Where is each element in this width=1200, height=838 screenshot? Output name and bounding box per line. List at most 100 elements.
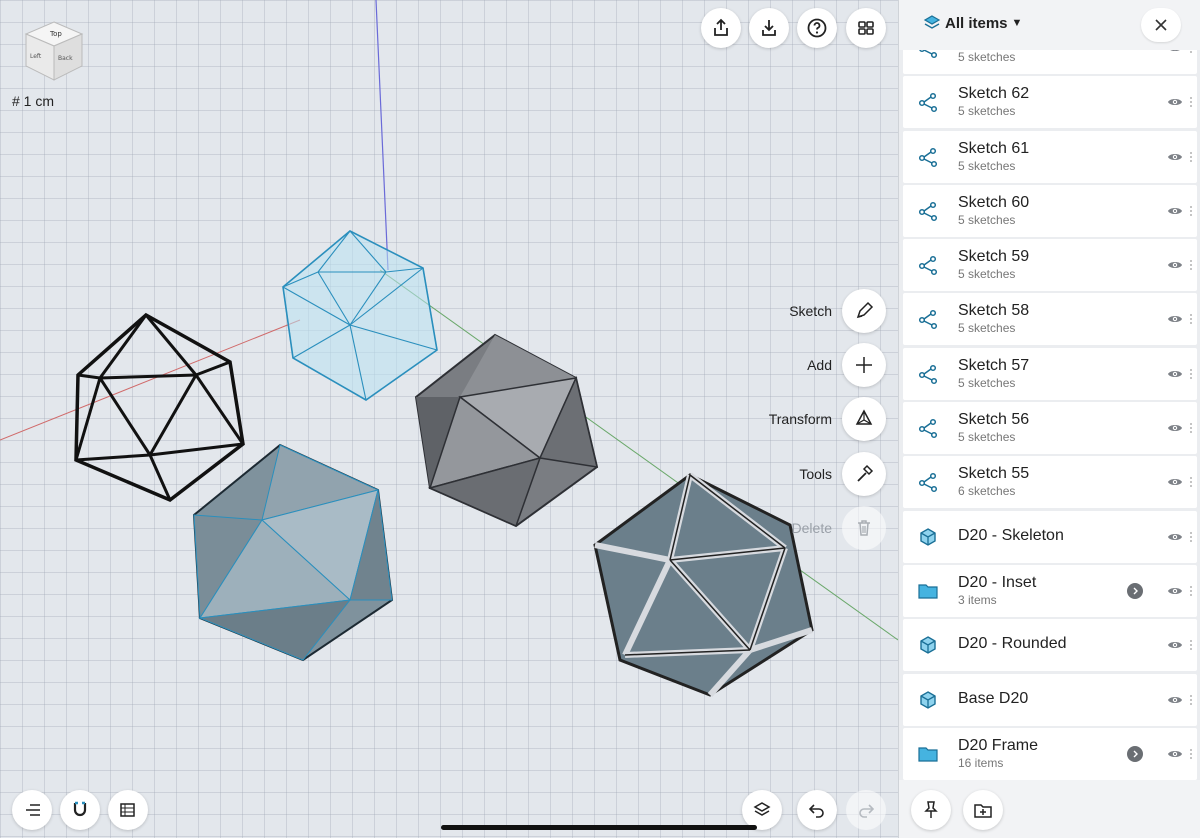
new-folder-button[interactable] — [963, 790, 1003, 830]
more-options-icon[interactable] — [1189, 638, 1193, 652]
hammer-icon — [857, 464, 874, 482]
visibility-eye-icon[interactable] — [1167, 95, 1183, 109]
more-options-icon[interactable] — [1189, 475, 1193, 489]
sketch-icon — [918, 473, 938, 493]
undo-button[interactable] — [797, 790, 837, 830]
item-name: Base D20 — [958, 689, 1029, 707]
list-item[interactable]: Sketch 58 5 sketches — [903, 293, 1197, 346]
grid-view-button[interactable] — [846, 8, 886, 48]
item-name: Sketch 56 — [958, 411, 1030, 429]
list-item[interactable]: Sketch 57 5 sketches — [903, 347, 1197, 400]
skeleton-d20[interactable] — [74, 312, 245, 503]
visibility-eye-icon[interactable] — [1167, 475, 1183, 489]
snap-button[interactable] — [60, 790, 100, 830]
pen-icon — [856, 301, 874, 319]
grid-scale-label: # 1 cm — [12, 93, 55, 109]
item-name: D20 - Skeleton — [958, 526, 1064, 544]
body-cube-icon — [920, 527, 936, 546]
layers-stack-icon — [120, 803, 135, 817]
layers-button[interactable] — [742, 790, 782, 830]
grid-view-icon — [858, 21, 874, 35]
chevron-right-icon[interactable] — [1127, 582, 1143, 599]
visibility-eye-icon[interactable] — [1167, 530, 1183, 544]
add-tool-button[interactable] — [842, 343, 886, 387]
stack-icon — [923, 15, 941, 29]
sketch-tool-button[interactable] — [842, 289, 886, 333]
list-item[interactable]: Sketch 61 5 sketches — [903, 130, 1197, 183]
item-subtitle: 5 sketches — [958, 267, 1016, 282]
more-options-icon[interactable] — [1189, 312, 1193, 326]
more-options-icon[interactable] — [1189, 204, 1193, 218]
delete-tool-label: Delete — [791, 520, 832, 536]
more-options-icon[interactable] — [1189, 150, 1193, 164]
snap-magnet-icon — [73, 801, 87, 817]
share-button[interactable] — [701, 8, 741, 48]
menu-button[interactable] — [12, 790, 52, 830]
visibility-eye-icon[interactable] — [1167, 312, 1183, 326]
item-subtitle: 6 sketches — [958, 484, 1016, 499]
import-button[interactable] — [749, 8, 789, 48]
inset-d20[interactable] — [593, 472, 814, 697]
3d-viewport[interactable]: Top Left Back # 1 cm Sketch Add Transfor… — [0, 0, 898, 838]
pin-icon — [924, 801, 938, 818]
help-button[interactable] — [797, 8, 837, 48]
scene-canvas[interactable] — [0, 0, 898, 838]
more-options-icon[interactable] — [1189, 693, 1193, 707]
visibility-eye-icon[interactable] — [1167, 421, 1183, 435]
rounded-d20[interactable] — [192, 443, 394, 662]
item-subtitle: 5 sketches — [958, 321, 1016, 336]
visibility-eye-icon[interactable] — [1167, 693, 1183, 707]
transform-tool-label: Transform — [768, 411, 832, 427]
chevron-right-icon[interactable] — [1127, 745, 1143, 762]
visibility-eye-icon[interactable] — [1167, 638, 1183, 652]
selected-wireframe-d20[interactable] — [282, 230, 438, 401]
list-item[interactable]: Sketch 55 6 sketches — [903, 456, 1197, 509]
sketch-icon — [918, 419, 938, 439]
view-cube-back-label: Back — [58, 55, 73, 62]
list-item[interactable]: D20 - Inset 3 items — [903, 564, 1197, 617]
visibility-eye-icon[interactable] — [1167, 367, 1183, 381]
list-item[interactable]: D20 Frame 16 items — [903, 727, 1197, 780]
all-items-dropdown[interactable]: All items ▼ — [923, 14, 1022, 32]
visibility-eye-icon[interactable] — [1167, 150, 1183, 164]
visibility-eye-icon[interactable] — [1167, 258, 1183, 272]
more-options-icon[interactable] — [1189, 95, 1193, 109]
visibility-eye-icon[interactable] — [1167, 204, 1183, 218]
list-item[interactable]: D20 - Rounded — [903, 619, 1197, 672]
list-item[interactable]: Sketch 59 5 sketches — [903, 239, 1197, 292]
item-subtitle: 16 items — [958, 755, 1004, 770]
list-item[interactable]: Sketch 62 5 sketches — [903, 76, 1197, 129]
layers-stack-button[interactable] — [108, 790, 148, 830]
list-item[interactable]: Sketch 60 5 sketches — [903, 184, 1197, 237]
items-panel: 5 sketches Sketch 62 5 sketches Sketch 61 5 … — [898, 0, 1200, 838]
visibility-eye-icon[interactable] — [1167, 747, 1183, 761]
transform-tool-button[interactable] — [842, 397, 886, 441]
pin-button[interactable] — [911, 790, 951, 830]
delete-tool-button[interactable] — [842, 506, 886, 550]
item-subtitle: 5 sketches — [958, 212, 1016, 227]
visibility-eye-icon[interactable] — [1167, 584, 1183, 598]
items-list[interactable]: 5 sketches Sketch 62 5 sketches Sketch 61 5 … — [903, 22, 1197, 782]
list-item[interactable]: Base D20 — [903, 673, 1197, 726]
list-item[interactable]: D20 - Skeleton — [903, 510, 1197, 563]
home-indicator — [441, 825, 757, 830]
view-cube-left-label: Left — [30, 53, 42, 60]
item-name: Sketch 58 — [958, 302, 1030, 320]
base-d20-solid[interactable] — [414, 333, 599, 528]
more-options-icon[interactable] — [1189, 367, 1193, 381]
item-subtitle: 5 sketches — [958, 104, 1016, 119]
more-options-icon[interactable] — [1189, 530, 1193, 544]
redo-button[interactable] — [846, 790, 886, 830]
view-cube[interactable]: Top Left Back — [20, 18, 88, 86]
list-item[interactable]: Sketch 56 5 sketches — [903, 402, 1197, 455]
item-name: D20 - Inset — [958, 573, 1037, 591]
tools-tool-button[interactable] — [842, 452, 886, 496]
item-subtitle: 5 sketches — [958, 158, 1016, 173]
item-name: Sketch 59 — [958, 248, 1030, 266]
layers-icon — [753, 802, 771, 816]
more-options-icon[interactable] — [1189, 747, 1193, 761]
close-panel-button[interactable] — [1141, 8, 1181, 42]
more-options-icon[interactable] — [1189, 421, 1193, 435]
more-options-icon[interactable] — [1189, 258, 1193, 272]
more-options-icon[interactable] — [1189, 584, 1193, 598]
